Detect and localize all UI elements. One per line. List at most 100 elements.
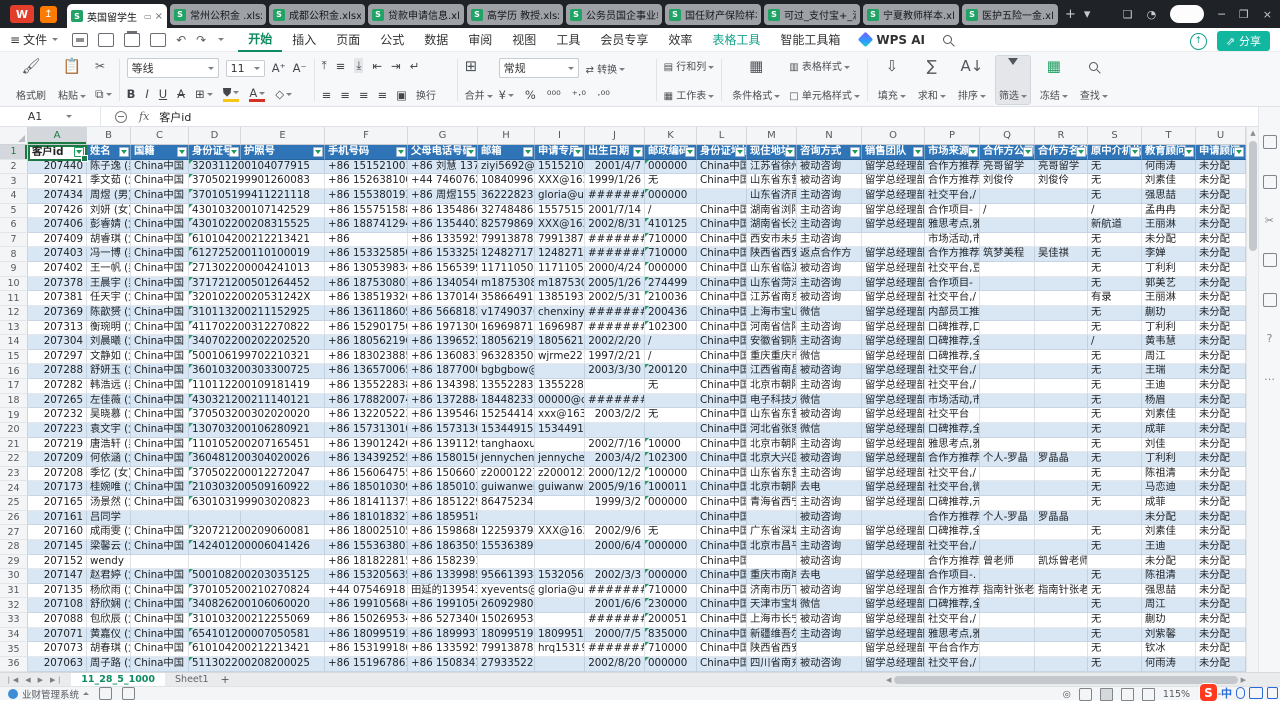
cell-U11[interactable]: 未分配 bbox=[1196, 291, 1246, 306]
cell-M25[interactable]: 青海省西宁市 bbox=[747, 496, 797, 511]
cell-U36[interactable]: 未分配 bbox=[1196, 657, 1246, 672]
horizontal-scrollbar[interactable]: ◀ ▶ bbox=[886, 675, 1246, 684]
cell-K32[interactable]: 230000 bbox=[645, 598, 697, 613]
kanban-icon[interactable] bbox=[99, 687, 112, 700]
justify-icon[interactable]: ≡ bbox=[378, 88, 388, 102]
cell-U28[interactable]: 未分配 bbox=[1196, 540, 1246, 555]
row-number[interactable]: 32 bbox=[0, 598, 28, 613]
cell-J13[interactable]: ######## bbox=[585, 321, 645, 336]
cell-Q11[interactable] bbox=[980, 291, 1035, 306]
cell-U15[interactable]: 未分配 bbox=[1196, 350, 1246, 365]
cell-T16[interactable]: 王瑞 bbox=[1142, 364, 1196, 379]
cell-K2[interactable]: 000000 bbox=[645, 160, 697, 175]
cell-A24[interactable]: 207173 bbox=[28, 481, 87, 496]
cell-B6[interactable]: 彭睿婧 (女) bbox=[87, 218, 131, 233]
cell-L34[interactable]: China中国 bbox=[697, 628, 747, 643]
cell-K8[interactable]: 710000 bbox=[645, 247, 697, 262]
cell-D5[interactable]: 430103200107142529 bbox=[189, 204, 241, 219]
column-header-H[interactable]: H bbox=[478, 127, 535, 145]
share-button[interactable]: ⇗分享 bbox=[1217, 31, 1270, 51]
cell-M14[interactable]: 安徽省铜陵市 bbox=[747, 335, 797, 350]
column-header-F[interactable]: F bbox=[325, 127, 408, 145]
menu-item-表格工具[interactable]: 表格工具 bbox=[702, 28, 770, 51]
cell-N27[interactable]: 主动咨询 bbox=[797, 525, 862, 540]
cell-N25[interactable]: 主动咨询 bbox=[797, 496, 862, 511]
cell-J15[interactable]: 1997/2/21 bbox=[585, 350, 645, 365]
cell-L13[interactable]: China中国 bbox=[697, 321, 747, 336]
cell-D22[interactable]: 360481200304020026 bbox=[189, 452, 241, 467]
row-number[interactable]: 21 bbox=[0, 438, 28, 453]
cell-L15[interactable]: China中国 bbox=[697, 350, 747, 365]
prev-sheet-icon[interactable]: ◀ bbox=[25, 676, 31, 684]
cell-T18[interactable]: 杨眉 bbox=[1142, 394, 1196, 409]
cell-G36[interactable]: +86 15083419901 bbox=[408, 657, 478, 672]
cell-O18[interactable]: 留学总经理部 bbox=[862, 394, 925, 409]
cell-I11[interactable]: 138519326 bbox=[535, 291, 585, 306]
cell-G20[interactable]: +86 15731301691 bbox=[408, 423, 478, 438]
sum-button[interactable]: ∑ 求和 bbox=[915, 56, 949, 104]
cell-F30[interactable]: +86 153205635 bbox=[325, 569, 408, 584]
cell-L35[interactable]: China中国 bbox=[697, 642, 747, 657]
cell-B27[interactable]: 成雨雯 (女) bbox=[87, 525, 131, 540]
cell-N17[interactable]: 主动咨询 bbox=[797, 379, 862, 394]
cell-S27[interactable]: 无 bbox=[1088, 525, 1142, 540]
cell-I30[interactable]: 153205635 bbox=[535, 569, 585, 584]
conditional-format-button[interactable]: ▦ 条件格式 bbox=[729, 56, 783, 104]
cell-S36[interactable]: 无 bbox=[1088, 657, 1142, 672]
cell-C31[interactable]: China中国 bbox=[131, 584, 189, 599]
cell-Q5[interactable]: / bbox=[980, 204, 1035, 219]
cell-N15[interactable]: 微信 bbox=[797, 350, 862, 365]
cell-F14[interactable]: +86 180562196 bbox=[325, 335, 408, 350]
cell-D12[interactable]: 310113200211152925 bbox=[189, 306, 241, 321]
cell-O31[interactable]: 留学总经理部 bbox=[862, 584, 925, 599]
cell-G19[interactable]: +86 13954682511 bbox=[408, 408, 478, 423]
cell-D29[interactable] bbox=[189, 555, 241, 570]
cell-C11[interactable]: China中国 bbox=[131, 291, 189, 306]
row-number[interactable]: 16 bbox=[0, 364, 28, 379]
cell-O21[interactable]: 留学总经理部 bbox=[862, 438, 925, 453]
cell-K23[interactable]: 100000 bbox=[645, 467, 697, 482]
cell-K6[interactable]: 410125 bbox=[645, 218, 697, 233]
cell-C8[interactable]: China中国 bbox=[131, 247, 189, 262]
cell-S14[interactable]: / bbox=[1088, 335, 1142, 350]
menu-item-插入[interactable]: 插入 bbox=[282, 28, 326, 51]
cell-S8[interactable]: 无 bbox=[1088, 247, 1142, 262]
cell-J12[interactable]: ######## bbox=[585, 306, 645, 321]
cell-H11[interactable]: 358664913 bbox=[478, 291, 535, 306]
row-number[interactable]: 12 bbox=[0, 306, 28, 321]
header-cell-S[interactable]: 原中介机构 bbox=[1088, 145, 1142, 160]
cell-T28[interactable]: 王迪 bbox=[1142, 540, 1196, 555]
cell-D19[interactable]: 370503200302020020 bbox=[189, 408, 241, 423]
cell-B34[interactable]: 黄嘉仪 (女) bbox=[87, 628, 131, 643]
cell-O14[interactable]: 留学总经理部 bbox=[862, 335, 925, 350]
cell-L26[interactable]: China中国 bbox=[697, 511, 747, 526]
italic-button[interactable]: I bbox=[145, 87, 148, 101]
cell-Q34[interactable] bbox=[980, 628, 1035, 643]
cell-I16[interactable] bbox=[535, 364, 585, 379]
menu-item-智能工具箱[interactable]: 智能工具箱 bbox=[770, 28, 850, 51]
cell-I35[interactable]: hrq153199 bbox=[535, 642, 585, 657]
cell-F6[interactable]: +86 188741294 bbox=[325, 218, 408, 233]
cell-J8[interactable]: ######## bbox=[585, 247, 645, 262]
cell-L27[interactable]: China中国 bbox=[697, 525, 747, 540]
worksheet-button[interactable]: ▦ 工作表 bbox=[664, 87, 715, 102]
cell-D14[interactable]: 340702200202202520 bbox=[189, 335, 241, 350]
cell-U16[interactable]: 未分配 bbox=[1196, 364, 1246, 379]
filter-dropdown-icon[interactable] bbox=[685, 147, 695, 157]
cell-T9[interactable]: 丁利利 bbox=[1142, 262, 1196, 277]
cell-F20[interactable]: +86 157313010 bbox=[325, 423, 408, 438]
cell-S16[interactable]: 无 bbox=[1088, 364, 1142, 379]
cell-T2[interactable]: 何雨涛 bbox=[1142, 160, 1196, 175]
cell-A30[interactable]: 207147 bbox=[28, 569, 87, 584]
cell-T11[interactable]: 王丽淋 bbox=[1142, 291, 1196, 306]
column-header-G[interactable]: G bbox=[408, 127, 478, 145]
cell-K24[interactable]: 100011 bbox=[645, 481, 697, 496]
cell-M23[interactable]: 山东省东营市 bbox=[747, 467, 797, 482]
cell-D18[interactable]: 430321200211140121 bbox=[189, 394, 241, 409]
cell-D17[interactable]: 110112200109181419 bbox=[189, 379, 241, 394]
cell-R19[interactable] bbox=[1035, 408, 1088, 423]
cell-G6[interactable]: +86 13544021983 bbox=[408, 218, 478, 233]
cell-A8[interactable]: 207403 bbox=[28, 247, 87, 262]
font-color-button[interactable]: A bbox=[249, 86, 265, 102]
cell-R9[interactable] bbox=[1035, 262, 1088, 277]
